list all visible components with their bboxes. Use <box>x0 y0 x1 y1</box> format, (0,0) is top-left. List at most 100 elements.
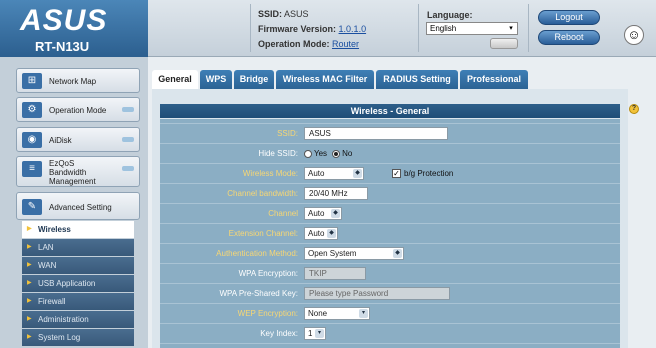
sidebar-item-ezqos[interactable]: ≡ EzQoS Bandwidth Management <box>16 156 140 187</box>
sidebar-subitem-lan[interactable]: ▶ LAN <box>22 239 134 256</box>
sidebar-subitem-usb-application[interactable]: ▶ USB Application <box>22 275 134 292</box>
reboot-button[interactable]: Reboot <box>538 30 600 45</box>
channel-bandwidth-select[interactable]: 20/40 MHz <box>304 187 368 200</box>
operation-mode-icon: ⚙ <box>22 102 42 118</box>
language-value: English <box>430 24 457 33</box>
tab-professional[interactable]: Professional <box>460 70 528 89</box>
sidebar-subitem-administration[interactable]: ▶ Administration <box>22 311 134 328</box>
help-icon[interactable]: ? <box>629 104 639 114</box>
hide-ssid-radios: Yes No <box>304 148 352 158</box>
sidebar-item-label: Advanced Setting <box>49 203 112 212</box>
wireless-mode-row: Wireless Mode: Auto ◆ ✓ b/g Protection <box>160 163 620 182</box>
router-admin-page: ASUS RT-N13U SSID: ASUS Firmware Version… <box>0 0 656 348</box>
wireless-mode-label: Wireless Mode: <box>242 169 298 178</box>
arrow-right-icon: ▶ <box>27 262 32 268</box>
wpa-encryption-select: TKIP <box>304 267 366 280</box>
subitem-label: Wireless <box>38 225 71 234</box>
advanced-submenu: ▶ Wireless ▶ LAN ▶ WAN ▶ USB Application ▶ Fi… <box>22 221 134 347</box>
indicator-icon <box>122 107 134 112</box>
tab-wireless-mac-filter[interactable]: Wireless MAC Filter <box>276 70 374 89</box>
ssid-label: SSID: <box>258 9 283 19</box>
hide-ssid-yes-radio[interactable] <box>304 149 312 158</box>
opmode-link[interactable]: Router <box>332 39 359 49</box>
status-info: SSID: ASUS Firmware Version: 1.0.1.0 Ope… <box>258 7 366 52</box>
auth-method-value: Open System <box>308 249 357 258</box>
language-select[interactable]: English ▾ <box>426 22 518 35</box>
qos-icon: ≡ <box>22 161 42 177</box>
subitem-label: Firewall <box>38 297 66 306</box>
wpa-encryption-label: WPA Encryption: <box>238 269 298 278</box>
sidebar-item-aidisk[interactable]: ◉ AiDisk <box>16 127 140 152</box>
sidebar-item-operation-mode[interactable]: ⚙ Operation Mode <box>16 97 140 122</box>
tab-general[interactable]: General <box>152 70 198 89</box>
chevron-down-icon: ▾ <box>509 25 513 32</box>
logout-button[interactable]: Logout <box>538 10 600 25</box>
chevron-down-icon: ▾ <box>315 329 324 338</box>
wpa-key-input: Please type Password <box>304 287 450 300</box>
wep-encryption-select[interactable]: None ▾ <box>304 307 370 320</box>
wireless-mode-value: Auto <box>308 169 325 178</box>
wireless-mode-select[interactable]: Auto ◆ <box>304 167 364 180</box>
sidebar-subitem-wireless[interactable]: ▶ Wireless <box>22 221 134 238</box>
arrow-right-icon: ▶ <box>27 280 32 286</box>
channel-select[interactable]: Auto ◆ <box>304 207 342 220</box>
key-index-value: 1 <box>308 329 313 338</box>
wep-encryption-label: WEP Encryption: <box>237 309 298 318</box>
wep-encryption-value: None <box>308 309 328 318</box>
brand-panel: ASUS RT-N13U <box>0 0 148 57</box>
advanced-setting-icon: ✎ <box>22 199 42 215</box>
sidebar-subitem-firewall[interactable]: ▶ Firewall <box>22 293 134 310</box>
ssid-input[interactable]: ASUS <box>304 127 448 140</box>
subitem-label: System Log <box>38 333 81 342</box>
arrow-right-icon: ▶ <box>27 316 32 322</box>
key-index-select[interactable]: 1 ▾ <box>304 327 326 340</box>
tab-bridge[interactable]: Bridge <box>234 70 274 89</box>
partial-row <box>160 343 620 348</box>
sidebar-item-advanced-setting[interactable]: ✎ Advanced Setting <box>16 192 140 220</box>
content-panel: Wireless - General SSID: ASUS Hide SSID:… <box>152 89 628 348</box>
indicator-icon <box>122 166 134 171</box>
auth-method-row: Authentication Method: Open System ◆ <box>160 243 620 262</box>
extension-channel-select[interactable]: Auto ◆ <box>304 227 338 240</box>
updown-arrow-icon: ◆ <box>327 229 336 238</box>
arrow-right-icon: ▶ <box>27 334 32 340</box>
opmode-label: Operation Mode: <box>258 39 330 49</box>
sidebar-item-network-map[interactable]: ⊞ Network Map <box>16 68 140 93</box>
key-index-row: Key Index: 1 ▾ <box>160 323 620 342</box>
section-title: Wireless - General <box>160 104 620 118</box>
channel-row: Channel Auto ◆ <box>160 203 620 222</box>
channel-value: Auto <box>308 209 325 218</box>
arrow-right-icon: ▶ <box>27 298 32 304</box>
tab-radius-setting[interactable]: RADIUS Setting <box>376 70 458 89</box>
firmware-link[interactable]: 1.0.1.0 <box>339 24 367 34</box>
extension-channel-row: Extension Channel: Auto ◆ <box>160 223 620 242</box>
bg-protection-label: b/g Protection <box>404 169 454 179</box>
updown-arrow-icon: ◆ <box>331 209 340 218</box>
sidebar-subitem-system-log[interactable]: ▶ System Log <box>22 329 134 346</box>
sidebar-item-label: Network Map <box>49 77 97 86</box>
channel-bandwidth-row: Channel bandwidth: 20/40 MHz <box>160 183 620 202</box>
divider <box>250 4 251 52</box>
sidebar-subitem-wan[interactable]: ▶ WAN <box>22 257 134 274</box>
ssid-value: ASUS <box>284 9 309 19</box>
bg-protection-checkbox[interactable]: ✓ <box>392 169 401 179</box>
wpa-key-row: WPA Pre-Shared Key: Please type Password <box>160 283 620 302</box>
asus-logo[interactable]: ASUS <box>20 4 107 38</box>
header: ASUS RT-N13U SSID: ASUS Firmware Version… <box>0 0 656 57</box>
hide-ssid-no-radio[interactable] <box>332 149 341 158</box>
arrow-right-icon: ▶ <box>27 244 32 250</box>
hide-ssid-row: Hide SSID: Yes No <box>160 143 620 162</box>
status-smiley-icon: ☺ <box>624 25 644 45</box>
auth-method-select[interactable]: Open System ◆ <box>304 247 404 260</box>
subitem-label: USB Application <box>38 279 96 288</box>
ssid-field-label: SSID: <box>277 129 298 138</box>
subitem-label: LAN <box>38 243 54 252</box>
divider <box>418 4 419 52</box>
updown-arrow-icon: ◆ <box>353 169 362 178</box>
tab-wps[interactable]: WPS <box>200 70 232 89</box>
sidebar-item-label: AiDisk <box>49 136 72 145</box>
aidisk-icon: ◉ <box>22 132 42 148</box>
sidebar-item-label: Operation Mode <box>49 106 107 115</box>
language-apply-button[interactable] <box>490 38 518 49</box>
channel-label: Channel <box>268 209 298 218</box>
